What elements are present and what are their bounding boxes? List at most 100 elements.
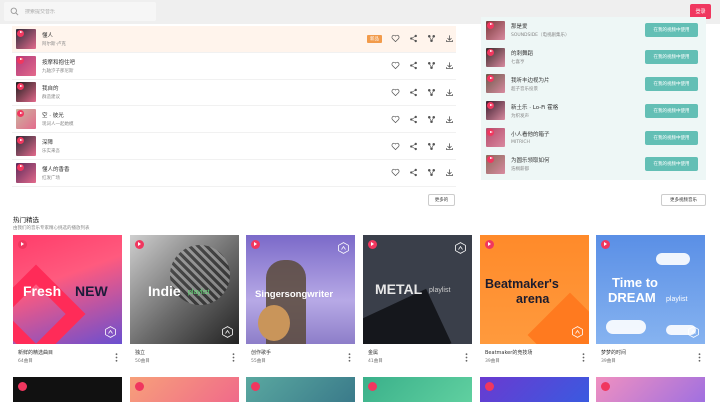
playlist-artwork[interactable]: Fresh NEW [13, 235, 122, 344]
use-in-video-button[interactable]: 在我的视频中使用 [645, 157, 698, 172]
play-icon[interactable] [17, 137, 24, 145]
playlist-card[interactable] [480, 377, 589, 402]
track-artist[interactable]: 群造建议 [42, 94, 60, 100]
track-cover[interactable] [16, 82, 36, 103]
track-cover[interactable] [16, 55, 36, 76]
playlist-artwork[interactable]: METAL playlist [363, 235, 472, 344]
playlist-card[interactable] [246, 377, 355, 402]
play-icon[interactable] [487, 155, 494, 163]
play-icon[interactable] [487, 75, 494, 83]
similar-tracks-icon[interactable] [427, 142, 436, 151]
track-row[interactable]: 我自的 群造建议 [12, 80, 456, 107]
share-icon[interactable] [409, 142, 418, 151]
track-row[interactable]: 空 · 彼光 现词人一起她模 [12, 106, 456, 134]
playlist-artwork[interactable]: Singersongwriter [246, 235, 355, 344]
playlist-name[interactable]: 创作歌手 [251, 349, 271, 356]
play-icon[interactable] [17, 110, 24, 118]
play-icon[interactable] [485, 240, 494, 249]
track-cover[interactable] [16, 136, 36, 157]
video-music-item[interactable]: 小人看他的箱子 MITRICH 在我的视频中使用 [481, 124, 706, 151]
share-icon[interactable] [409, 168, 418, 177]
track-artist[interactable]: SOUNDSIDE（电视剧集乐） [511, 32, 570, 38]
use-in-video-button[interactable]: 在我的视频中使用 [645, 103, 698, 118]
track-cover[interactable] [486, 154, 505, 174]
track-cover[interactable] [486, 20, 505, 40]
track-cover[interactable] [486, 74, 505, 94]
track-title[interactable]: 我听丰边视为片 [511, 76, 550, 84]
video-music-item[interactable]: 为圆乐领取如何 浩桐薪都 在我的视频中使用 [481, 151, 706, 178]
track-artist[interactable]: 超子音乐投景 [511, 86, 550, 92]
track-title[interactable]: 的刺舞蹈 [511, 49, 533, 57]
track-row[interactable]: 按摩和抱住吧 九轴汐子那尼斯 [12, 53, 456, 80]
video-music-item[interactable]: 新土乐 · Lo-Fi 霍格 为织发声 在我的视频中使用 [481, 97, 706, 124]
play-icon[interactable] [487, 21, 494, 29]
track-cover[interactable] [486, 47, 505, 67]
use-in-video-button[interactable]: 在我的视频中使用 [645, 76, 698, 91]
playlist-card[interactable] [363, 377, 472, 402]
playlist-name[interactable]: 金属 [368, 349, 378, 356]
more-options-icon[interactable] [115, 353, 118, 362]
track-row[interactable]: 懂人 阿尔斯·卢克 新品 [12, 26, 456, 53]
track-cover[interactable] [16, 162, 36, 183]
playlist-artwork[interactable]: Beatmaker's arena [480, 235, 589, 344]
playlist-card[interactable]: Beatmaker's arena Beatmaker的竞技场 39曲目 [480, 235, 589, 368]
play-icon[interactable] [368, 240, 377, 249]
track-title[interactable]: 新土乐 · Lo-Fi 霍格 [511, 103, 558, 111]
use-in-video-button[interactable]: 在我的视频中使用 [645, 130, 698, 145]
track-row[interactable]: 懂人的香香 红发广场 [12, 160, 456, 187]
play-icon[interactable] [601, 240, 610, 249]
more-options-icon[interactable] [582, 353, 585, 362]
play-icon[interactable] [485, 382, 494, 391]
playlist-card[interactable]: Fresh NEW 新鲜的精选曲目 64曲目 [13, 235, 122, 368]
play-icon[interactable] [18, 382, 27, 391]
track-artist[interactable]: 乐实来吾 [42, 148, 60, 154]
play-icon[interactable] [17, 83, 24, 91]
track-artist[interactable]: 浩桐薪都 [511, 166, 550, 172]
track-cover[interactable] [16, 28, 36, 49]
heart-icon[interactable] [391, 88, 400, 97]
track-cover[interactable] [16, 109, 36, 130]
track-artist[interactable]: MITRICH [511, 140, 550, 145]
track-row[interactable]: 深障 乐实来吾 [12, 133, 456, 160]
share-icon[interactable] [409, 115, 418, 124]
play-icon[interactable] [487, 48, 494, 56]
track-artist[interactable]: 七喜亨 [511, 59, 533, 65]
heart-icon[interactable] [391, 61, 400, 70]
track-artist[interactable]: 阿尔斯·卢克 [42, 41, 66, 47]
track-artist[interactable]: 红发广场 [42, 175, 70, 181]
playlist-card[interactable] [596, 377, 705, 402]
playlist-name[interactable]: 梦梦的时间 [601, 349, 626, 356]
download-icon[interactable] [445, 142, 454, 151]
playlist-name[interactable]: Beatmaker的竞技场 [485, 349, 532, 356]
play-icon[interactable] [18, 240, 27, 249]
share-icon[interactable] [409, 88, 418, 97]
use-in-video-button[interactable]: 在我的视频中使用 [645, 23, 698, 38]
heart-icon[interactable] [391, 168, 400, 177]
video-music-item[interactable]: 我听丰边视为片 超子音乐投景 在我的视频中使用 [481, 71, 706, 98]
track-title[interactable]: 那是爱 [511, 22, 570, 30]
share-icon[interactable] [409, 61, 418, 70]
video-music-more-button[interactable]: 更多视频音乐 [661, 194, 706, 206]
playlist-card[interactable] [13, 377, 122, 402]
track-title[interactable]: 小人看他的箱子 [511, 130, 550, 138]
heart-icon[interactable] [391, 142, 400, 151]
heart-icon[interactable] [391, 115, 400, 124]
download-icon[interactable] [445, 168, 454, 177]
more-options-icon[interactable] [698, 353, 701, 362]
play-icon[interactable] [487, 129, 494, 137]
similar-tracks-icon[interactable] [427, 34, 436, 43]
play-icon[interactable] [17, 56, 24, 64]
download-icon[interactable] [445, 88, 454, 97]
similar-tracks-icon[interactable] [427, 168, 436, 177]
play-icon[interactable] [251, 382, 260, 391]
playlist-card[interactable]: Time to DREAM playlist 梦梦的时间 39曲目 [596, 235, 705, 368]
track-title[interactable]: 按摩和抱住吧 [42, 58, 75, 66]
download-icon[interactable] [445, 61, 454, 70]
similar-tracks-icon[interactable] [427, 115, 436, 124]
playlist-name[interactable]: 独立 [135, 349, 145, 356]
track-title[interactable]: 深障 [42, 138, 60, 146]
more-options-icon[interactable] [348, 353, 351, 362]
playlist-name[interactable]: 新鲜的精选曲目 [18, 349, 53, 356]
track-artist[interactable]: 为织发声 [511, 113, 558, 119]
similar-tracks-icon[interactable] [427, 88, 436, 97]
